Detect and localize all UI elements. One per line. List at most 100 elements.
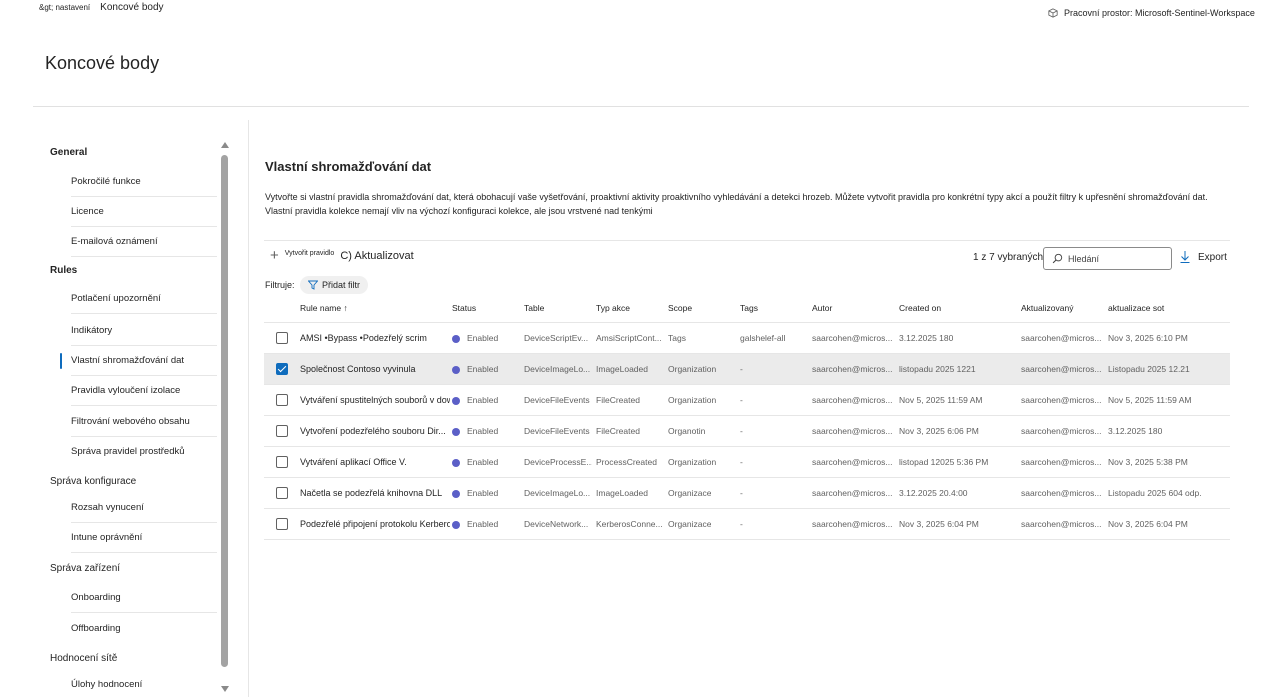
search-icon [1052, 253, 1063, 264]
sidebar-group-general: General [50, 147, 88, 158]
search-input[interactable]: Hledání [1043, 247, 1172, 270]
row-checkbox[interactable] [276, 456, 288, 468]
cell-scope: Organizace [668, 488, 712, 498]
table-row[interactable]: Vytváření spustitelných souborů v dow...… [264, 385, 1230, 416]
description-line-2: Vlastní pravidla kolekce nemají vliv na … [265, 206, 653, 216]
sidebar-item-email-notifications[interactable]: E-mailová oznámení [71, 227, 217, 257]
sidebar-group-device-management: Správa zařízení [50, 563, 121, 574]
column-header-action-type[interactable]: Typ akce [596, 303, 630, 313]
cell-rule-name[interactable]: Vytváření aplikací Office V. [300, 457, 407, 467]
toolbar-divider [264, 240, 1230, 241]
cell-updated-on: Nov 3, 2025 6:10 PM [1108, 333, 1188, 343]
table-row[interactable]: Vytváření aplikací Office V. Enabled Devic… [264, 447, 1230, 478]
cell-table: DeviceImageLo... [524, 364, 591, 374]
row-checkbox[interactable] [276, 518, 288, 530]
sidebar-divider [248, 120, 249, 697]
refresh-button[interactable]: C) Aktualizovat [340, 250, 413, 262]
cell-created-on: listopad 12025 5:36 PM [899, 457, 989, 467]
filters-label: Filtruje: [265, 280, 295, 290]
cell-updated-on: Nov 3, 2025 6:04 PM [1108, 519, 1188, 529]
cell-rule-name[interactable]: AMSI •Bypass •Podezřelý scrim [300, 333, 427, 343]
scroll-up-arrow-icon[interactable] [221, 142, 229, 148]
cell-tags: - [740, 395, 743, 405]
cell-tags: - [740, 457, 743, 467]
status-dot-icon [452, 521, 460, 529]
sidebar-item-enforcement-scope[interactable]: Rozsah vynucení [71, 493, 217, 523]
cell-rule-name[interactable]: Vytváření spustitelných souborů v dow... [300, 395, 450, 405]
column-header-status[interactable]: Status [452, 303, 476, 313]
cell-scope: Organization [668, 364, 717, 374]
sidebar-item-advanced-features[interactable]: Pokročilé funkce [71, 167, 217, 197]
scrollbar-thumb[interactable] [221, 155, 228, 667]
table-row[interactable]: Načetla se podezřelá knihovna DLL Enabled… [264, 478, 1230, 509]
cell-action-type: KerberosConne... [596, 519, 663, 529]
plus-icon: + [270, 247, 279, 264]
sidebar-item-isolation-exclusion-rules[interactable]: Pravidla vyloučení izolace [71, 376, 217, 406]
cell-created-on: Nov 3, 2025 6:06 PM [899, 426, 979, 436]
cell-author: saarcohen@micros... [812, 457, 893, 467]
sidebar-item-indicators[interactable]: Indikátory [71, 316, 217, 346]
column-header-updated-on[interactable]: aktualizace sot [1108, 303, 1164, 313]
status-dot-icon [452, 490, 460, 498]
table-row[interactable]: AMSI •Bypass •Podezřelý scrim Enabled Devi… [264, 323, 1230, 354]
column-header-author[interactable]: Autor [812, 303, 832, 313]
sidebar-item-assessment-jobs[interactable]: Úlohy hodnocení [71, 670, 217, 697]
cell-status: Enabled [467, 488, 499, 498]
cell-created-on: listopadu 2025 1221 [899, 364, 976, 374]
cell-updated-by: saarcohen@micros... [1021, 519, 1102, 529]
sidebar-item-web-content-filtering[interactable]: Filtrování webového obsahu [71, 407, 217, 437]
create-rule-button[interactable]: Vytvořit pravidlo [285, 250, 335, 257]
row-checkbox[interactable] [276, 425, 288, 437]
table-row[interactable]: Vytvoření podezřelého souboru Dir... Enab… [264, 416, 1230, 447]
add-filter-button[interactable]: Přidat filtr [300, 276, 369, 294]
cell-status: Enabled [467, 395, 499, 405]
row-checkbox[interactable] [276, 487, 288, 499]
sidebar-scrollbar[interactable] [220, 140, 230, 692]
cell-scope: Organotin [668, 426, 706, 436]
breadcrumb-parent[interactable]: &gt; nastavení [39, 3, 90, 12]
cell-updated-on: Listopadu 2025 12.21 [1108, 364, 1190, 374]
section-title: Vlastní shromažďování dat [265, 159, 432, 174]
cell-action-type: AmsiScriptCont... [596, 333, 662, 343]
sidebar-item-onboarding[interactable]: Onboarding [71, 583, 217, 613]
sidebar-item-offboarding[interactable]: Offboarding [71, 614, 217, 644]
cell-table: DeviceImageLo... [524, 488, 591, 498]
cell-rule-name[interactable]: Podezřelé připojení protokolu Kerberos [300, 519, 450, 529]
breadcrumb: &gt; nastavení Koncové body [39, 2, 164, 13]
column-header-rule-name[interactable]: Rule name ↑ [300, 303, 348, 313]
cell-action-type: FileCreated [596, 426, 640, 436]
column-header-tags[interactable]: Tags [740, 303, 758, 313]
workspace-indicator[interactable]: Pracovní prostor: Microsoft-Sentinel-Wor… [1048, 8, 1255, 18]
sidebar-item-custom-data-collection[interactable]: Vlastní shromažďování dat [60, 346, 217, 376]
column-header-updated-by[interactable]: Aktualizovaný [1021, 303, 1073, 313]
cell-status: Enabled [467, 426, 499, 436]
row-checkbox[interactable] [276, 394, 288, 406]
cell-rule-name[interactable]: Vytvoření podezřelého souboru Dir... [300, 426, 446, 436]
column-header-scope[interactable]: Scope [668, 303, 692, 313]
table-row[interactable]: Podezřelé připojení protokolu Kerberos En… [264, 509, 1230, 540]
selection-count: 1 z 7 vybraných [973, 252, 1044, 263]
filter-icon [308, 280, 318, 290]
cell-action-type: ProcessCreated [596, 457, 657, 467]
cell-status: Enabled [467, 519, 499, 529]
sidebar-item-asset-rule-management[interactable]: Správa pravidel prostředků [71, 437, 217, 467]
sidebar-item-licenses[interactable]: Licence [71, 197, 217, 227]
cell-status: Enabled [467, 457, 499, 467]
row-checkbox[interactable] [276, 332, 288, 344]
row-checkbox[interactable] [276, 363, 288, 375]
column-header-table[interactable]: Table [524, 303, 544, 313]
cell-table: DeviceFileEvents [524, 395, 590, 405]
column-header-created-on[interactable]: Created on [899, 303, 941, 313]
scroll-down-arrow-icon[interactable] [221, 686, 229, 692]
page-title: Koncové body [45, 53, 160, 73]
table-row[interactable]: Společnost Contoso vyvinula Enabled Device… [264, 354, 1230, 385]
cube-icon [1048, 8, 1058, 18]
cell-author: saarcohen@micros... [812, 519, 893, 529]
sidebar-item-alert-suppression[interactable]: Potlačení upozornění [71, 284, 217, 314]
cell-action-type: FileCreated [596, 395, 640, 405]
export-button[interactable]: Export [1180, 251, 1227, 263]
cell-rule-name[interactable]: Načetla se podezřelá knihovna DLL [300, 488, 442, 498]
cell-scope: Tags [668, 333, 686, 343]
cell-rule-name[interactable]: Společnost Contoso vyvinula [300, 364, 416, 374]
sidebar-item-intune-permissions[interactable]: Intune oprávnění [71, 523, 217, 553]
